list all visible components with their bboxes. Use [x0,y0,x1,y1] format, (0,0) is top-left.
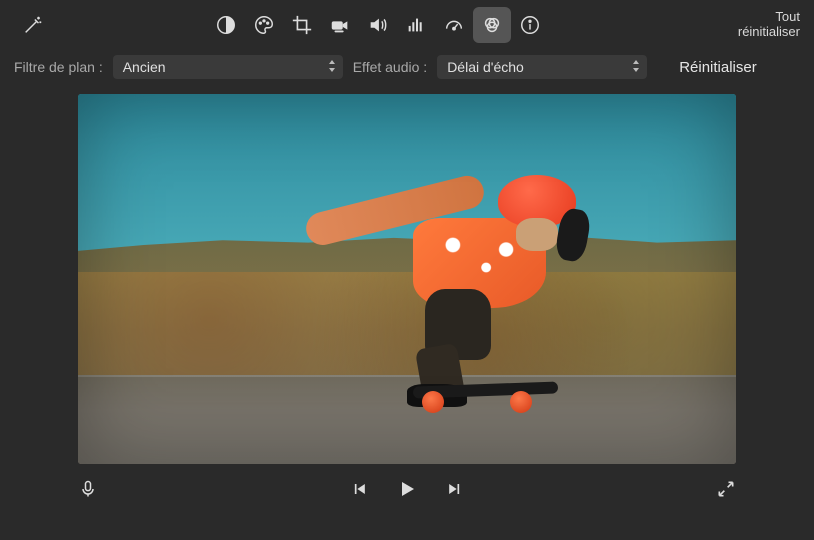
crop-icon[interactable] [283,7,321,43]
magic-wand-icon[interactable] [14,7,52,43]
chevron-down-icon [631,59,641,75]
microphone-icon[interactable] [78,479,98,499]
clip-filter-label: Filtre de plan : [14,59,103,75]
viewer-wrap [0,84,814,464]
reset-all-line2: réinitialiser [738,25,800,40]
fullscreen-button[interactable] [716,479,736,499]
play-button[interactable] [395,477,419,501]
clip-filter-select[interactable]: Ancien [113,55,343,79]
transport-bar [0,464,814,514]
filter-bar: Filtre de plan : Ancien Effet audio : Dé… [0,50,814,84]
reset-button[interactable]: Réinitialiser [657,59,757,76]
chevron-down-icon [327,59,337,75]
speed-icon[interactable] [435,7,473,43]
next-button[interactable] [445,477,465,501]
toolbar: Tout réinitialiser [0,0,814,50]
tool-row [207,7,549,43]
preview-viewer[interactable] [78,94,736,464]
reset-all-line1: Tout [738,10,800,25]
equalizer-icon[interactable] [397,7,435,43]
volume-icon[interactable] [359,7,397,43]
camera-icon[interactable] [321,7,359,43]
audio-effect-label: Effet audio : [353,59,427,75]
audio-effect-value: Délai d'écho [447,59,524,75]
info-icon[interactable] [511,7,549,43]
contrast-icon[interactable] [207,7,245,43]
audio-effect-select[interactable]: Délai d'écho [437,55,647,79]
reset-all-button[interactable]: Tout réinitialiser [738,10,800,40]
filters-icon[interactable] [473,7,511,43]
previous-button[interactable] [349,477,369,501]
clip-filter-value: Ancien [123,59,166,75]
palette-icon[interactable] [245,7,283,43]
